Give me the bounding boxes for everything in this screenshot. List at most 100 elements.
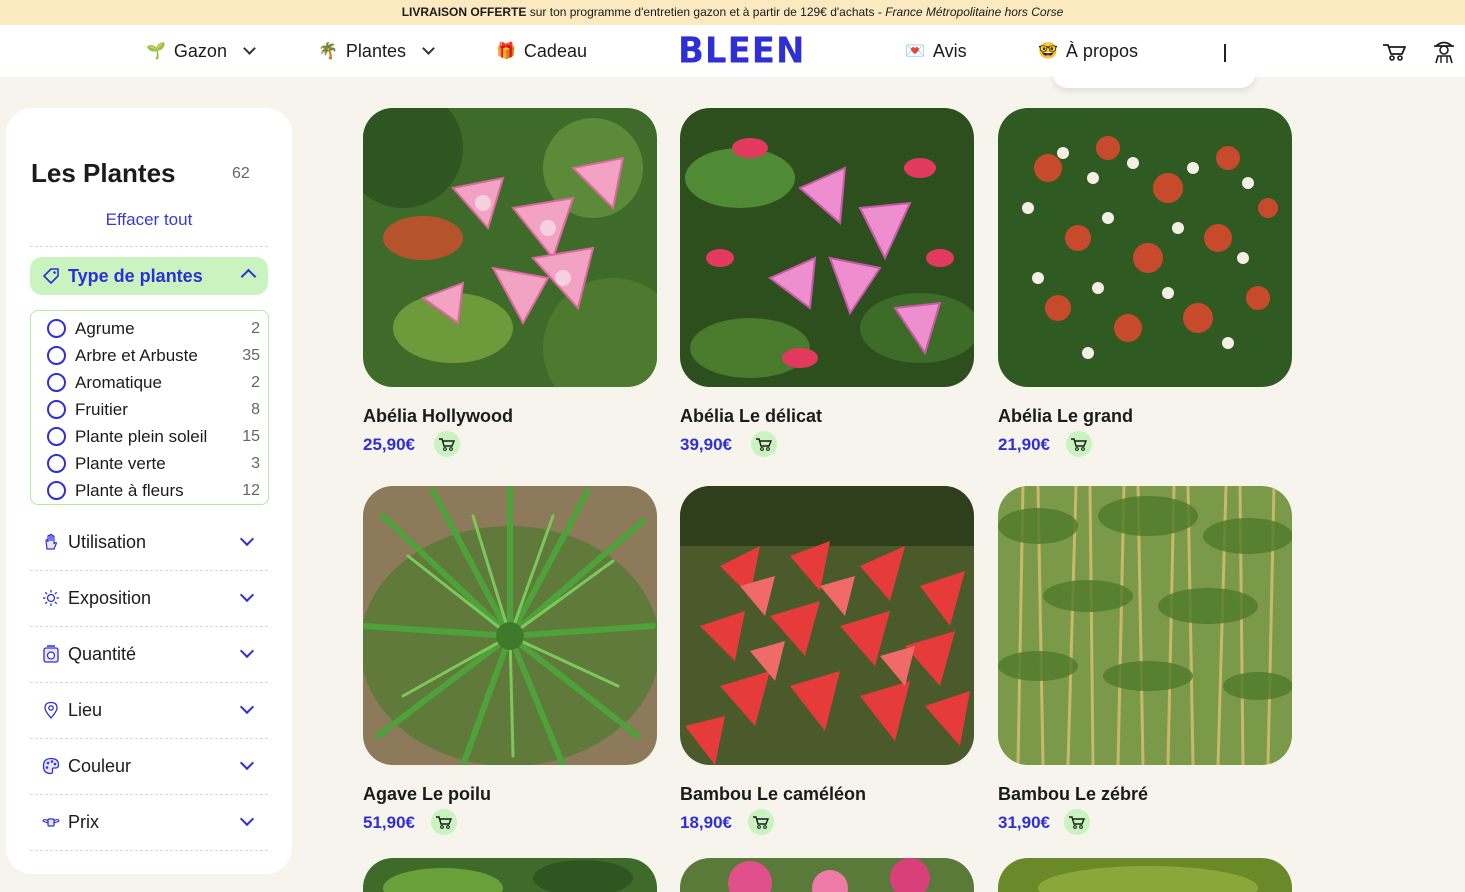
radio-button[interactable] bbox=[47, 481, 66, 500]
filter-option-fruitier[interactable]: Fruitier 8 bbox=[31, 396, 268, 423]
product-card[interactable]: Agave Le poilu 51,90€ bbox=[363, 486, 657, 835]
small-white-red-flowers-photo bbox=[998, 108, 1292, 387]
chevron-down-icon bbox=[422, 42, 435, 55]
option-label: Plante à fleurs bbox=[75, 480, 184, 500]
option-count: 2 bbox=[251, 373, 260, 391]
product-price: 51,90€ bbox=[363, 813, 415, 832]
facet-label: Quantité bbox=[68, 643, 137, 664]
chevron-down-icon bbox=[243, 42, 256, 55]
chevron-down-icon bbox=[239, 699, 255, 715]
facet-label: Exposition bbox=[68, 587, 152, 608]
radio-button[interactable] bbox=[47, 427, 66, 446]
filter-sidebar: Les Plantes 62 Effacer tout Type de plan… bbox=[6, 108, 292, 874]
product-name[interactable]: Agave Le poilu bbox=[363, 784, 491, 805]
option-label: Agrume bbox=[75, 318, 135, 338]
product-name[interactable]: Bambou Le zébré bbox=[998, 784, 1148, 805]
wheelbarrow-cart-icon[interactable] bbox=[1380, 37, 1408, 65]
nav-item-cadeau[interactable]: 🎁 Cadeau bbox=[496, 25, 587, 77]
product-price: 21,90€ bbox=[998, 435, 1050, 454]
product-image[interactable] bbox=[363, 108, 657, 387]
product-image[interactable] bbox=[363, 486, 657, 765]
nav-item-label: Cadeau bbox=[523, 40, 587, 61]
cart-icon bbox=[756, 438, 773, 451]
nav-item-label: Plantes bbox=[345, 40, 406, 61]
radio-button[interactable] bbox=[47, 319, 66, 338]
filter-type-header[interactable]: Type de plantes bbox=[30, 257, 268, 295]
nav-item-gazon[interactable]: 🌱 Gazon bbox=[146, 25, 256, 77]
filter-utilisation[interactable]: Utilisation bbox=[30, 514, 268, 570]
product-card[interactable]: Abélia Le grand 21,90€ bbox=[998, 108, 1292, 457]
add-to-cart-button[interactable] bbox=[434, 431, 460, 457]
product-name[interactable]: Abélia Le grand bbox=[998, 406, 1133, 427]
product-name[interactable]: Bambou Le caméléon bbox=[680, 784, 866, 805]
radio-button[interactable] bbox=[47, 346, 66, 365]
bleen-logo[interactable]: BLEEN bbox=[678, 30, 806, 72]
filter-option-plante-a-fleurs[interactable]: Plante à fleurs 12 bbox=[31, 477, 268, 504]
user-gardener-icon[interactable] bbox=[1430, 37, 1458, 65]
facet-label: Prix bbox=[68, 811, 99, 832]
add-to-cart-button[interactable] bbox=[1064, 809, 1090, 835]
results-count: 62 bbox=[232, 165, 250, 182]
cart-icon bbox=[436, 816, 453, 829]
nav-item-plantes[interactable]: 🌴 Plantes bbox=[318, 25, 435, 77]
clear-all-link[interactable]: Effacer tout bbox=[6, 210, 292, 230]
radio-button[interactable] bbox=[47, 373, 66, 392]
product-image-partial[interactable] bbox=[363, 858, 657, 892]
filter-exposition[interactable]: Exposition bbox=[30, 570, 268, 626]
product-card[interactable]: Bambou Le caméléon 18,90€ bbox=[680, 486, 974, 835]
facet-label: Couleur bbox=[68, 755, 132, 776]
promo-banner-text: sur ton programme d'entretien gazon et à… bbox=[526, 5, 886, 19]
product-card[interactable]: Abélia Hollywood 25,90€ bbox=[363, 108, 657, 457]
promo-banner: LIVRAISON OFFERTE sur ton programme d'en… bbox=[0, 0, 1465, 25]
add-to-cart-button[interactable] bbox=[751, 431, 777, 457]
dropdown-edge bbox=[1053, 70, 1255, 88]
chevron-up-icon[interactable] bbox=[240, 268, 257, 285]
filter-option-arbre-et-arbuste[interactable]: Arbre et Arbuste 35 bbox=[31, 342, 268, 369]
filter-lieu[interactable]: Lieu bbox=[30, 682, 268, 738]
product-image-partial[interactable] bbox=[680, 858, 974, 892]
product-card[interactable]: Abélia Le délicat 39,90€ bbox=[680, 108, 974, 457]
hand-icon bbox=[45, 533, 58, 550]
chevron-down-icon bbox=[239, 755, 255, 771]
option-count: 12 bbox=[242, 481, 260, 499]
chevron-down-icon bbox=[239, 531, 255, 547]
product-price: 25,90€ bbox=[363, 435, 415, 454]
palette-icon bbox=[42, 757, 60, 775]
chevron-down-icon bbox=[239, 587, 255, 603]
product-image-partial[interactable] bbox=[998, 858, 1292, 892]
sidebar-title: Les Plantes bbox=[31, 158, 176, 188]
radio-button[interactable] bbox=[47, 400, 66, 419]
filter-quantite[interactable]: Quantité bbox=[30, 626, 268, 682]
filter-couleur[interactable]: Couleur bbox=[30, 738, 268, 794]
product-card[interactable]: Bambou Le zébré 31,90€ bbox=[998, 486, 1292, 835]
add-to-cart-button[interactable] bbox=[1066, 431, 1092, 457]
nerd-face-icon: 🤓 bbox=[1038, 43, 1058, 60]
option-count: 3 bbox=[251, 454, 260, 472]
filter-option-agrume[interactable]: Agrume 2 bbox=[31, 315, 268, 342]
radio-button[interactable] bbox=[47, 454, 66, 473]
product-image[interactable] bbox=[680, 486, 974, 765]
nav-item-label: Avis bbox=[932, 40, 967, 61]
product-image[interactable] bbox=[680, 108, 974, 387]
sun-icon bbox=[43, 590, 59, 606]
product-image[interactable] bbox=[998, 486, 1292, 765]
nav-item-avis[interactable]: 💌 Avis bbox=[905, 25, 967, 77]
palm-tree-icon: 🌴 bbox=[318, 43, 338, 60]
scale-icon bbox=[43, 645, 59, 663]
filter-prix[interactable]: Prix bbox=[30, 794, 268, 850]
add-to-cart-button[interactable] bbox=[748, 809, 774, 835]
filter-option-aromatique[interactable]: Aromatique 2 bbox=[31, 369, 268, 396]
filter-type-options: Agrume 2 Arbre et Arbuste 35 Aromatique 2 F… bbox=[30, 310, 269, 505]
divider bbox=[30, 246, 268, 247]
product-name[interactable]: Abélia Le délicat bbox=[680, 406, 822, 427]
product-name[interactable]: Abélia Hollywood bbox=[363, 406, 513, 427]
add-to-cart-button[interactable] bbox=[431, 809, 457, 835]
filter-option-plante-plein-soleil[interactable]: Plante plein soleil 15 bbox=[31, 423, 268, 450]
bamboo-photo bbox=[998, 486, 1292, 765]
option-label: Plante verte bbox=[75, 453, 166, 473]
gift-icon: 🎁 bbox=[496, 43, 516, 60]
product-image[interactable] bbox=[998, 108, 1292, 387]
filter-option-plante-verte[interactable]: Plante verte 3 bbox=[31, 450, 268, 477]
red-foliage-photo bbox=[680, 486, 974, 765]
money-wings-icon bbox=[42, 818, 60, 827]
